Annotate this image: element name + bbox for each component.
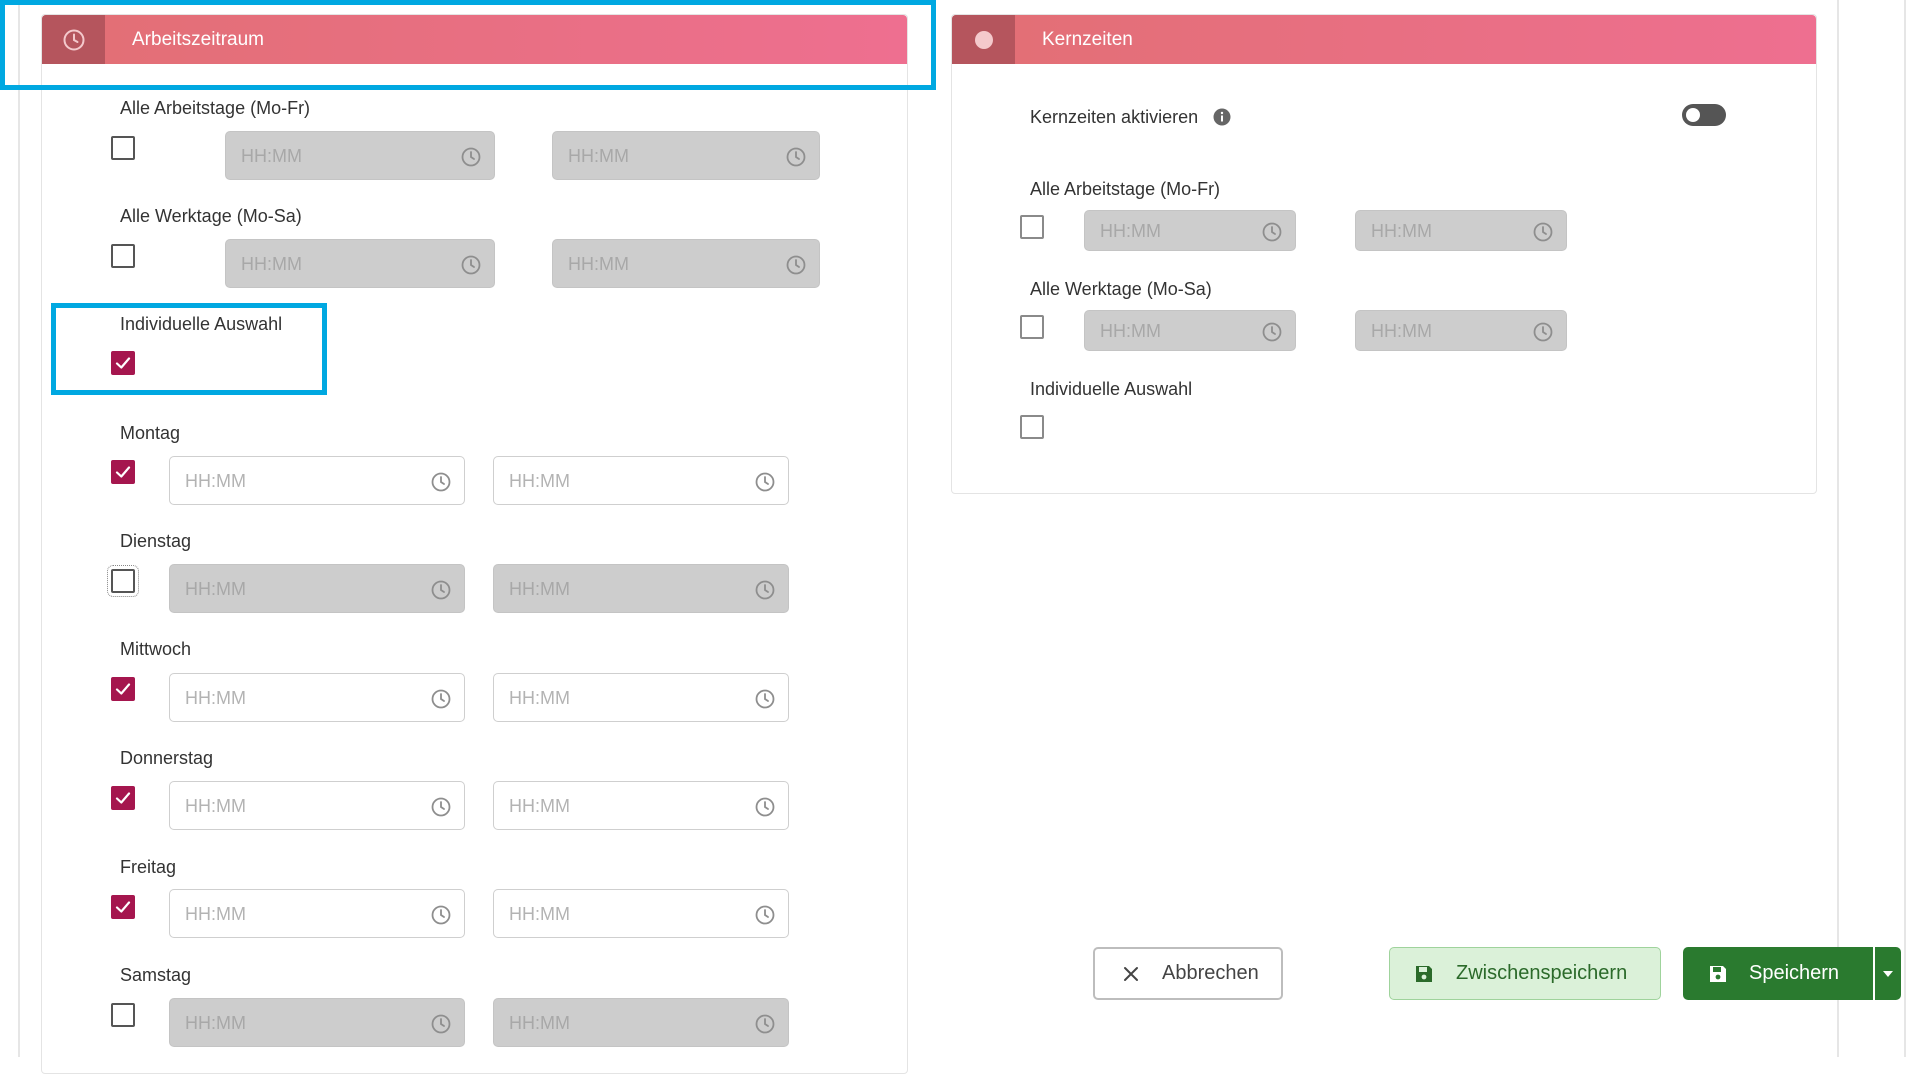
kern-label-alle-arbeitstage: Alle Arbeitstage (Mo-Fr) xyxy=(1030,179,1221,199)
kern-label-alle-werktage: Alle Werktage (Mo-Sa) xyxy=(1030,279,1212,299)
time-to-montag[interactable]: HH:MM xyxy=(493,456,789,505)
close-icon xyxy=(1124,966,1138,981)
time-to-alle-werktage[interactable]: HH:MM xyxy=(552,239,820,288)
checkbox-dienstag[interactable] xyxy=(107,565,139,597)
save-button-label: Speichern xyxy=(1749,962,1840,984)
check-icon xyxy=(115,466,131,478)
page-left-border xyxy=(18,0,20,1057)
kern-time-from-alle-werktage[interactable]: HH:MM xyxy=(1084,310,1296,351)
panel-title: Kernzeiten xyxy=(1042,29,1133,50)
time-to-mittwoch[interactable]: HH:MM xyxy=(493,673,789,722)
kernzeiten-activate-label: Kernzeiten aktivieren xyxy=(1030,107,1199,127)
save-button[interactable]: Speichern xyxy=(1683,947,1873,1000)
time-to-alle-arbeitstage[interactable]: HH:MM xyxy=(552,131,820,180)
time-to-samstag[interactable]: HH:MM xyxy=(493,998,789,1047)
kern-checkbox-alle-werktage[interactable] xyxy=(1020,315,1044,339)
interim-save-label: Zwischenspeichern xyxy=(1456,962,1628,984)
checkbox-alle-arbeitstage[interactable] xyxy=(111,136,135,160)
time-from-dienstag[interactable]: HH:MM xyxy=(169,564,465,613)
row-label-alle-werktage: Alle Werktage (Mo-Sa) xyxy=(120,206,302,226)
kern-time-to-alle-werktage[interactable]: HH:MM xyxy=(1355,310,1567,351)
row-label-samstag: Samstag xyxy=(120,965,192,985)
clock-icon[interactable] xyxy=(460,146,482,168)
floppy-disk-icon xyxy=(1710,965,1726,982)
clock-icon[interactable] xyxy=(1532,321,1554,343)
checkbox-samstag[interactable] xyxy=(111,1003,135,1027)
clock-icon[interactable] xyxy=(754,1013,776,1035)
kernzeiten-panel: Kernzeiten xyxy=(951,14,1817,494)
time-from-mittwoch[interactable]: HH:MM xyxy=(169,673,465,722)
caret-down-icon xyxy=(1883,970,1893,977)
check-icon xyxy=(115,683,131,695)
clock-icon[interactable] xyxy=(754,579,776,601)
kern-checkbox-individuelle-auswahl[interactable] xyxy=(1020,415,1044,439)
scroll-edge xyxy=(1904,0,1906,1057)
time-from-alle-werktage[interactable]: HH:MM xyxy=(225,239,495,288)
clock-icon[interactable] xyxy=(460,254,482,276)
row-label-alle-arbeitstage: Alle Arbeitstage (Mo-Fr) xyxy=(120,98,311,118)
checkbox-donnerstag[interactable] xyxy=(111,786,135,810)
kernzeiten-toggle[interactable] xyxy=(1682,104,1726,126)
highlight-box-header xyxy=(0,0,936,90)
checkbox-freitag[interactable] xyxy=(111,895,135,919)
time-to-dienstag[interactable]: HH:MM xyxy=(493,564,789,613)
time-from-montag[interactable]: HH:MM xyxy=(169,456,465,505)
clock-icon[interactable] xyxy=(1261,221,1283,243)
check-icon xyxy=(115,901,131,913)
kernzeiten-header: Kernzeiten xyxy=(952,15,1816,64)
time-to-donnerstag[interactable]: HH:MM xyxy=(493,781,789,830)
clock-icon[interactable] xyxy=(430,796,452,818)
kern-time-to-alle-arbeitstage[interactable]: HH:MM xyxy=(1355,210,1567,251)
info-icon[interactable] xyxy=(1213,108,1231,126)
time-from-samstag[interactable]: HH:MM xyxy=(169,998,465,1047)
cancel-button[interactable]: Abbrechen xyxy=(1093,947,1283,1000)
circle-icon xyxy=(974,30,993,49)
clock-icon[interactable] xyxy=(754,471,776,493)
highlight-box-individuelle-auswahl xyxy=(51,303,327,395)
page-right-border xyxy=(1837,0,1839,1057)
clock-icon[interactable] xyxy=(754,796,776,818)
kern-time-from-alle-arbeitstage[interactable]: HH:MM xyxy=(1084,210,1296,251)
floppy-disk-icon xyxy=(1416,965,1432,982)
clock-icon[interactable] xyxy=(754,904,776,926)
time-from-alle-arbeitstage[interactable]: HH:MM xyxy=(225,131,495,180)
clock-icon[interactable] xyxy=(430,579,452,601)
save-options-dropdown[interactable] xyxy=(1875,947,1901,1000)
row-label-mittwoch: Mittwoch xyxy=(120,639,192,659)
time-to-freitag[interactable]: HH:MM xyxy=(493,889,789,938)
checkbox-mittwoch[interactable] xyxy=(111,677,135,701)
clock-icon[interactable] xyxy=(430,904,452,926)
clock-icon[interactable] xyxy=(1261,321,1283,343)
header-icon-box xyxy=(952,15,1015,64)
clock-icon[interactable] xyxy=(430,688,452,710)
clock-icon[interactable] xyxy=(430,471,452,493)
clock-icon[interactable] xyxy=(1532,221,1554,243)
clock-icon[interactable] xyxy=(754,688,776,710)
cancel-button-label: Abbrechen xyxy=(1162,962,1259,984)
time-from-donnerstag[interactable]: HH:MM xyxy=(169,781,465,830)
checkbox-alle-werktage[interactable] xyxy=(111,244,135,268)
interim-save-button[interactable]: Zwischenspeichern xyxy=(1389,947,1661,1000)
row-label-donnerstag: Donnerstag xyxy=(120,748,214,768)
clock-icon[interactable] xyxy=(785,146,807,168)
kern-checkbox-alle-arbeitstage[interactable] xyxy=(1020,215,1044,239)
time-from-freitag[interactable]: HH:MM xyxy=(169,889,465,938)
check-icon xyxy=(115,792,131,804)
checkbox-montag[interactable] xyxy=(111,460,135,484)
row-label-montag: Montag xyxy=(120,423,181,443)
row-label-dienstag: Dienstag xyxy=(120,531,192,551)
row-label-freitag: Freitag xyxy=(120,857,177,877)
clock-icon[interactable] xyxy=(430,1013,452,1035)
kern-label-individuelle-auswahl: Individuelle Auswahl xyxy=(1030,379,1193,399)
clock-icon[interactable] xyxy=(785,254,807,276)
toggle-knob xyxy=(1686,108,1700,122)
